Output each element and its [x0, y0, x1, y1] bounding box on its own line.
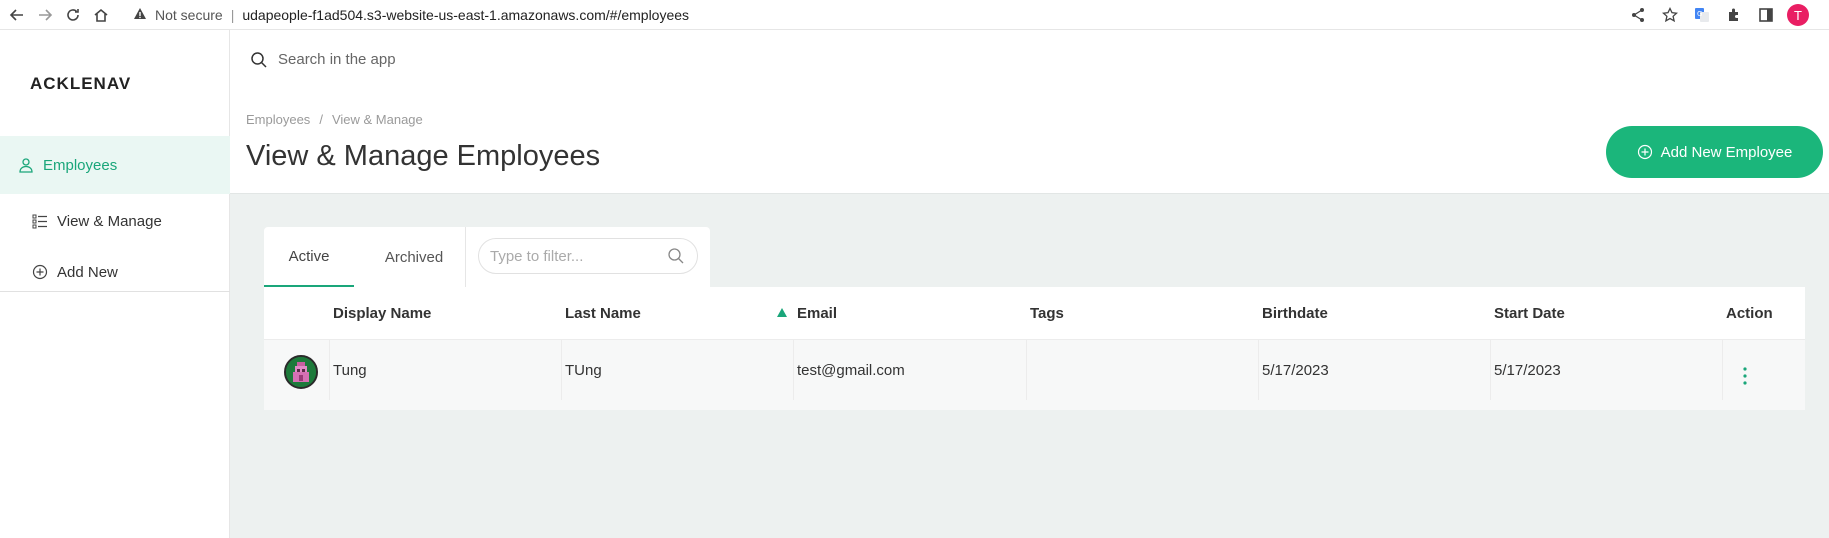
- search-icon: [251, 51, 267, 68]
- tab-archived[interactable]: Archived: [364, 227, 464, 287]
- breadcrumb: Employees / View & Manage: [246, 112, 423, 127]
- column-action: Action: [1726, 305, 1773, 322]
- cell-last-name: TUng: [565, 361, 602, 379]
- add-new-employee-label: Add New Employee: [1660, 143, 1793, 161]
- plus-circle-icon: [1637, 144, 1652, 160]
- browser-toolbar: Not secure | udapeople-f1ad504.s3-websit…: [0, 0, 1829, 30]
- search-input[interactable]: [276, 50, 1480, 69]
- cell-divider: [329, 340, 330, 400]
- cell-divider: [1490, 340, 1491, 400]
- breadcrumb-employees[interactable]: Employees: [246, 112, 310, 127]
- column-birthdate[interactable]: Birthdate: [1262, 287, 1328, 340]
- sidebar-item-view-manage[interactable]: View & Manage: [0, 201, 230, 241]
- column-last-name[interactable]: Last Name: [565, 287, 641, 340]
- table-header: Display Name Last Name Email Tags Birthd…: [264, 287, 1805, 340]
- translate-icon[interactable]: G: [1691, 4, 1713, 26]
- svg-text:G: G: [1697, 10, 1702, 18]
- sidebar-item-employees[interactable]: Employees: [0, 136, 230, 194]
- reload-icon[interactable]: [62, 4, 84, 26]
- tab-active[interactable]: Active: [264, 227, 354, 287]
- column-display-name[interactable]: Display Name: [333, 287, 431, 340]
- search-icon: [668, 248, 684, 264]
- warning-icon: [133, 7, 147, 24]
- forward-icon[interactable]: [34, 4, 56, 26]
- page-header: Employees / View & Manage View & Manage Em…: [230, 30, 1829, 194]
- back-icon[interactable]: [6, 4, 28, 26]
- employees-table: Display Name Last Name Email Tags Birthd…: [264, 287, 1805, 410]
- cell-display-name: Tung: [333, 361, 367, 379]
- url-text: udapeople-f1ad504.s3-website-us-east-1.a…: [242, 7, 690, 23]
- sort-ascending-icon[interactable]: [777, 308, 787, 317]
- filter-input[interactable]: [488, 246, 667, 266]
- profile-avatar[interactable]: T: [1787, 4, 1809, 26]
- column-email[interactable]: Email: [797, 287, 837, 340]
- sidebar-item-label: Add New: [57, 263, 118, 281]
- bookmark-star-icon[interactable]: [1659, 4, 1681, 26]
- tabs-card: Active Archived: [264, 227, 710, 287]
- cell-divider: [561, 340, 562, 400]
- sidebar-item-label: Employees: [43, 156, 118, 174]
- cell-email: test@gmail.com: [797, 361, 905, 379]
- cell-divider: [793, 340, 794, 400]
- extensions-icon[interactable]: [1723, 4, 1745, 26]
- add-new-employee-button[interactable]: Add New Employee: [1606, 126, 1823, 178]
- cell-start-date: 5/17/2023: [1494, 361, 1561, 379]
- breadcrumb-view-manage: View & Manage: [331, 112, 423, 127]
- sidebar-item-add-new[interactable]: Add New: [0, 252, 230, 292]
- user-icon: [19, 158, 33, 173]
- avatar: [284, 355, 318, 389]
- security-label: Not secure: [155, 7, 223, 23]
- tab-divider: [465, 227, 466, 287]
- cell-divider: [1258, 340, 1259, 400]
- side-panel-icon[interactable]: [1755, 4, 1777, 26]
- more-actions-icon[interactable]: [1742, 366, 1748, 386]
- cell-divider: [1722, 340, 1723, 400]
- column-start-date[interactable]: Start Date: [1494, 287, 1565, 340]
- home-icon[interactable]: [90, 4, 112, 26]
- address-bar[interactable]: Not secure | udapeople-f1ad504.s3-websit…: [133, 3, 689, 27]
- cell-birthdate: 5/17/2023: [1262, 361, 1329, 379]
- app-search: [250, 50, 1480, 69]
- table-row[interactable]: Tung TUng test@gmail.com 5/17/2023 5/17/…: [264, 340, 1805, 410]
- cell-divider: [1026, 340, 1027, 400]
- plus-circle-icon: [32, 264, 48, 280]
- list-icon: [32, 214, 47, 229]
- share-icon[interactable]: [1627, 4, 1649, 26]
- sidebar-item-label: View & Manage: [57, 212, 162, 230]
- breadcrumb-separator: /: [319, 112, 323, 127]
- logo: ACKLENAVENUE: [30, 74, 132, 93]
- main-content: Employees / View & Manage View & Manage Em…: [230, 30, 1829, 538]
- address-separator: |: [230, 7, 235, 23]
- column-tags[interactable]: Tags: [1030, 287, 1064, 340]
- page-title: View & Manage Employees: [246, 140, 601, 172]
- sidebar-divider: [0, 291, 230, 292]
- sidebar: ACKLENAVENUE Employees View & Manage Add…: [0, 30, 230, 538]
- filter-box: [478, 238, 698, 274]
